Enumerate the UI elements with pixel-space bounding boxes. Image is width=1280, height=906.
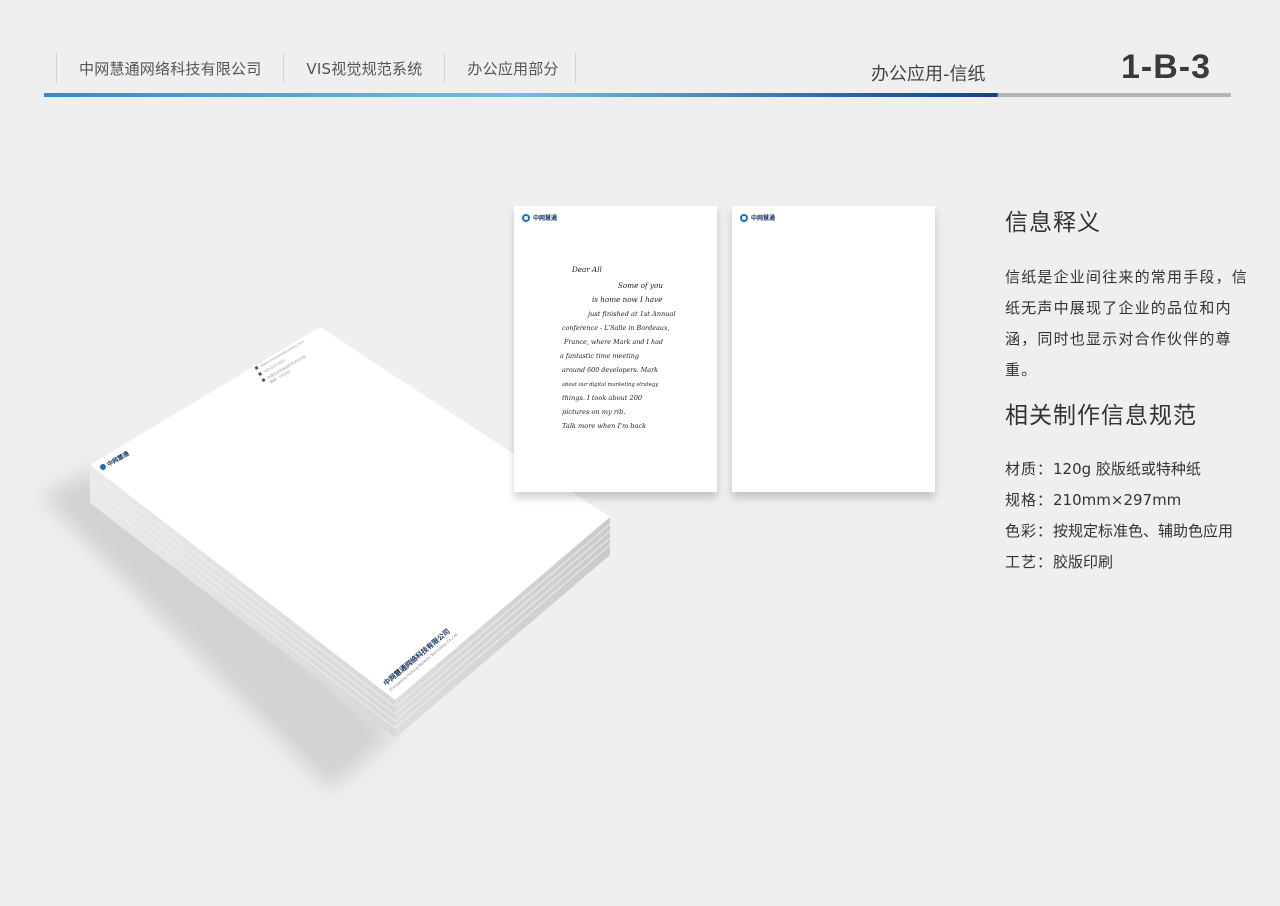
handwriting-line: things. I took about 200 (562, 394, 642, 402)
spec-item-process: 工艺：胶版印刷 (1005, 547, 1233, 578)
letterhead-logo: 中网慧通 (740, 213, 775, 222)
handwriting-line: Some of you (618, 281, 663, 290)
meaning-title: 信息释义 (1005, 210, 1101, 236)
handwriting-line: Talk more when I'm back (562, 422, 646, 430)
breadcrumb-office-section: 办公应用部分 (444, 53, 576, 83)
breadcrumb-company: 中网慧通网络科技有限公司 (56, 53, 283, 83)
spec-label: 色彩： (1005, 522, 1054, 540)
spec-title: 相关制作信息规范 (1005, 403, 1197, 429)
spec-value: 120g 胶版纸或特种纸 (1053, 460, 1201, 478)
handwriting-line: just finished at 1st Annual (586, 310, 676, 318)
handwriting-line: pictures on my rib. (562, 408, 625, 416)
page-subtitle: 办公应用-信纸 (871, 64, 986, 85)
letterhead-sample-filled: 中网慧通 Dear All Some of you is home now I … (514, 206, 717, 492)
letterhead-sample-blank: 中网慧通 (732, 206, 935, 492)
handwriting-line: conference - L'Salle in Bordeaux, (562, 324, 670, 332)
handwriting-line: about our digital marketing strategy (562, 382, 658, 388)
spec-value: 胶版印刷 (1053, 553, 1114, 571)
spec-label: 材质： (1005, 460, 1054, 478)
spec-value: 210mm×297mm (1053, 491, 1182, 509)
spec-list: 材质：120g 胶版纸或特种纸 规格：210mm×297mm 色彩：按规定标准色… (1005, 454, 1233, 578)
breadcrumb: 中网慧通网络科技有限公司 VIS视觉规范系统 办公应用部分 (56, 52, 576, 84)
spec-value: 按规定标准色、辅助色应用 (1053, 522, 1234, 540)
page-number: 1-B-3 (1121, 48, 1212, 86)
brand-logo-icon (740, 213, 748, 222)
spec-item-material: 材质：120g 胶版纸或特种纸 (1005, 454, 1233, 485)
handwritten-letter: Dear All Some of you is home now I have … (560, 265, 676, 430)
spec-item-color: 色彩：按规定标准色、辅助色应用 (1005, 516, 1233, 547)
handwriting-line: is home now I have (592, 295, 662, 304)
spec-label: 规格： (1005, 491, 1054, 509)
handwriting-line: Dear All (571, 265, 602, 274)
handwriting-line: a fantastic time meeting (560, 352, 639, 360)
spec-item-size: 规格：210mm×297mm (1005, 485, 1233, 516)
header-divider (44, 93, 1231, 97)
meaning-text: 信纸是企业间往来的常用手段，信纸无声中展现了企业的品位和内涵，同时也显示对合作伙… (1005, 268, 1249, 379)
handwriting-line: France, where Mark and I had (563, 338, 663, 346)
breadcrumb-vis-system: VIS视觉规范系统 (283, 53, 444, 83)
handwriting-line: around 600 developers. Mark (562, 366, 658, 374)
letterhead-logo-text: 中网慧通 (751, 215, 776, 222)
spec-label: 工艺： (1005, 553, 1054, 571)
